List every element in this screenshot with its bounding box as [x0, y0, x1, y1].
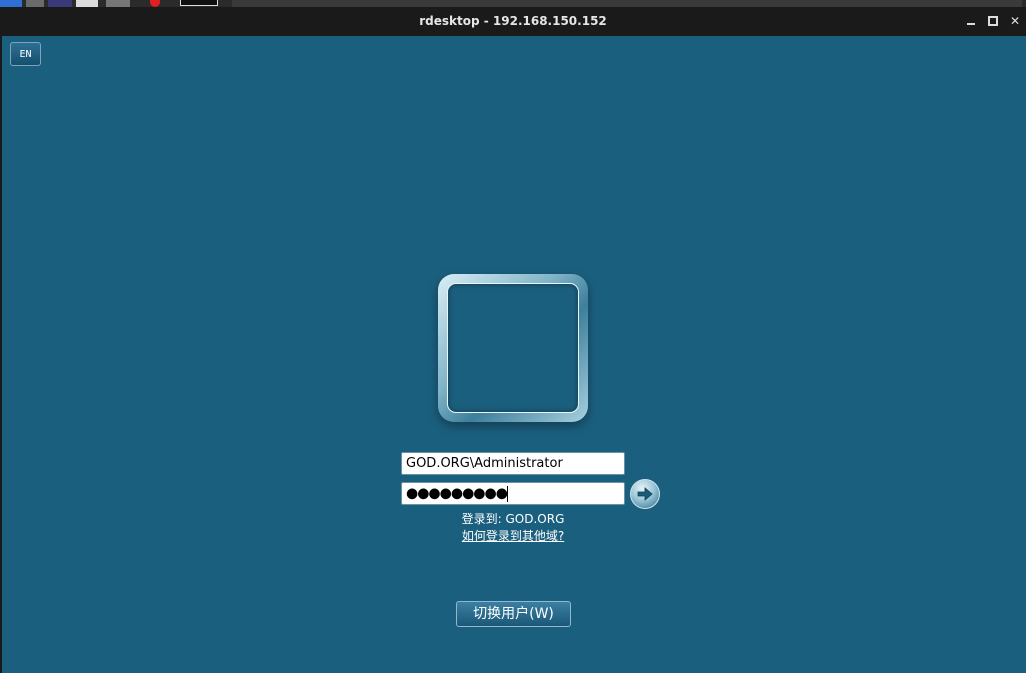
host-taskbar-item[interactable] [26, 0, 44, 7]
switch-user-button[interactable]: 切换用户(W) [456, 601, 571, 627]
user-avatar-frame [438, 274, 588, 422]
text-caret [506, 486, 508, 502]
window-title: rdesktop - 192.168.150.152 [419, 14, 607, 28]
language-switch-button[interactable]: EN [10, 42, 41, 66]
window-left-border [0, 36, 2, 673]
host-taskbar-item[interactable] [180, 0, 218, 6]
host-taskbar-strip [0, 0, 1026, 7]
password-masked-value: ●●●●●●●●● [406, 485, 508, 502]
arrow-right-icon [637, 487, 653, 501]
logon-domain-label: 登录到: GOD.ORG [461, 512, 565, 526]
host-taskbar-item[interactable] [48, 0, 72, 7]
minimize-icon[interactable] [964, 14, 978, 28]
other-domain-link[interactable]: 如何登录到其他域? [0, 527, 1026, 544]
host-taskbar-item[interactable] [0, 0, 22, 7]
host-taskbar-record-icon[interactable] [150, 0, 160, 7]
host-taskbar-tabs[interactable] [232, 0, 1022, 7]
host-taskbar-item[interactable] [76, 0, 98, 7]
logon-domain-text: 登录到: GOD.ORG [0, 510, 1026, 527]
maximize-icon[interactable] [986, 14, 1000, 28]
host-taskbar-item[interactable] [106, 0, 130, 7]
submit-login-button[interactable] [630, 479, 660, 509]
window-titlebar[interactable]: rdesktop - 192.168.150.152 ✕ [0, 7, 1026, 36]
user-avatar-picture [447, 283, 579, 413]
username-input[interactable]: GOD.ORG\Administrator [401, 452, 625, 475]
close-icon[interactable]: ✕ [1008, 14, 1022, 28]
password-input[interactable]: ●●●●●●●●● [401, 482, 625, 505]
other-domain-link-label[interactable]: 如何登录到其他域? [462, 529, 564, 543]
